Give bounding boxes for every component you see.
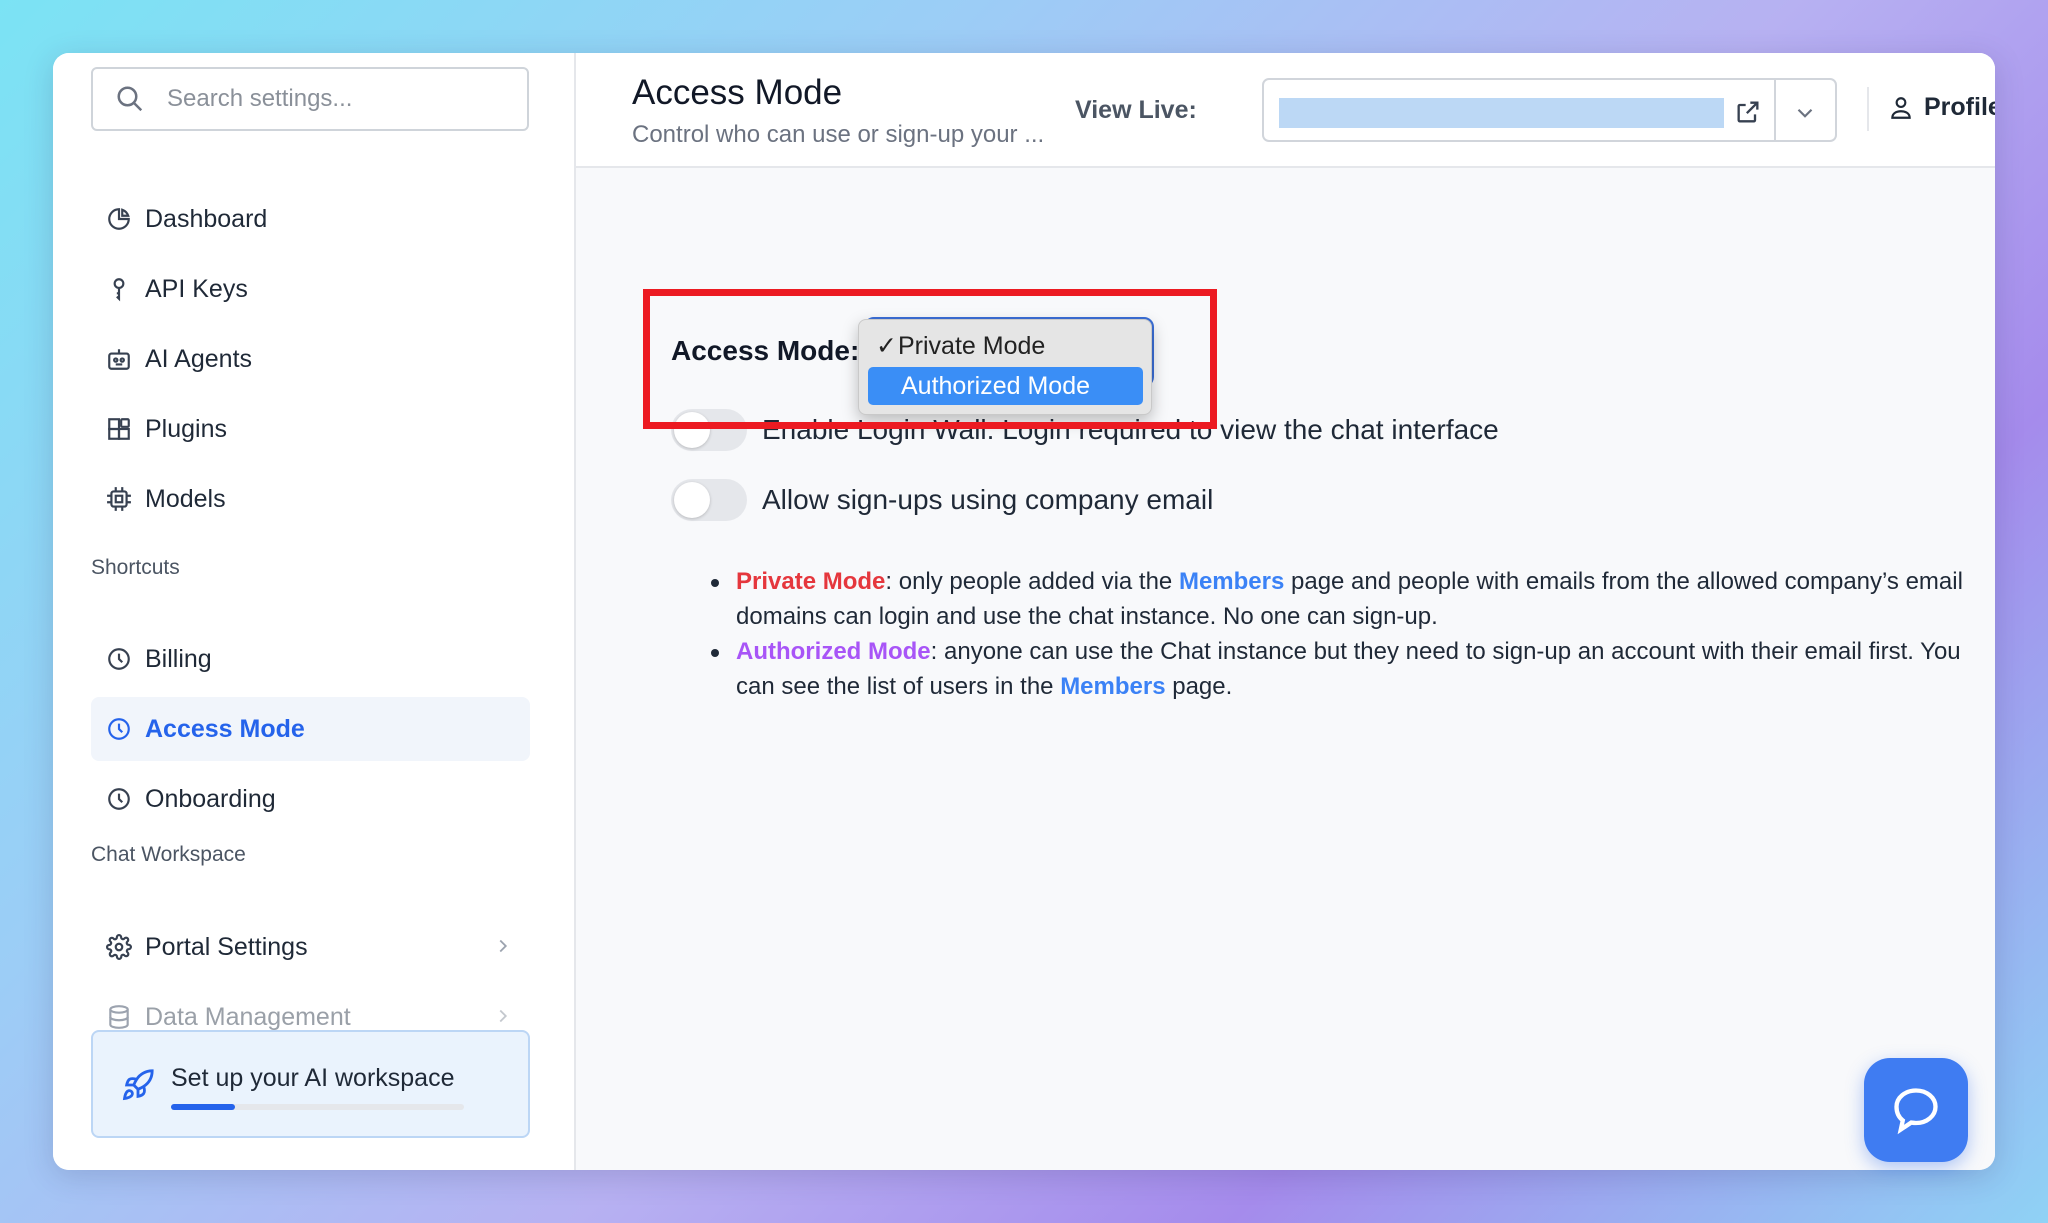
- sidebar-item-label: Portal Settings: [145, 932, 308, 961]
- support-chat-button[interactable]: [1864, 1058, 1968, 1162]
- sidebar-item-dashboard[interactable]: Dashboard: [91, 187, 530, 251]
- sidebar-item-access-mode[interactable]: Access Mode: [91, 697, 530, 761]
- database-icon: [105, 1003, 133, 1031]
- view-live-url-field[interactable]: [1279, 98, 1724, 128]
- sidebar-item-label: Onboarding: [145, 784, 276, 813]
- sidebar: Dashboard API Keys AI Agents Plugins Mod…: [53, 53, 576, 1170]
- section-label-chat-workspace: Chat Workspace: [91, 843, 246, 866]
- setup-progress-fill: [171, 1104, 236, 1110]
- sidebar-item-api-keys[interactable]: API Keys: [91, 257, 530, 321]
- cpu-icon: [105, 485, 133, 513]
- clock-icon: [105, 715, 133, 743]
- page-subtitle: Control who can use or sign-up your ...: [632, 121, 1045, 148]
- pie-chart-icon: [105, 205, 133, 233]
- key-icon: [105, 275, 133, 303]
- sidebar-item-plugins[interactable]: Plugins: [91, 397, 530, 461]
- sidebar-item-label: AI Agents: [145, 344, 253, 373]
- highlight-annotation-box: [643, 289, 1217, 429]
- note-text: : only people added via the: [885, 568, 1179, 595]
- access-mode-notes: Private Mode: only people added via the …: [711, 564, 1993, 704]
- authorized-mode-keyword: Authorized Mode: [736, 638, 931, 665]
- setup-progress-bar: [171, 1104, 464, 1110]
- sidebar-item-ai-agents[interactable]: AI Agents: [91, 327, 530, 391]
- search-box[interactable]: [91, 67, 529, 131]
- setup-card-title: Set up your AI workspace: [171, 1064, 455, 1092]
- note-text: page.: [1165, 673, 1233, 700]
- search-input[interactable]: [165, 84, 509, 114]
- note-authorized-mode: Authorized Mode: anyone can use the Chat…: [711, 634, 1993, 704]
- robot-icon: [105, 345, 133, 373]
- chat-bubble-icon: [1894, 1088, 1938, 1135]
- profile-label: Profile: [1924, 93, 1995, 121]
- page-header: Access Mode Control who can use or sign-…: [576, 53, 1995, 168]
- section-label-shortcuts: Shortcuts: [91, 556, 180, 579]
- page-title: Access Mode: [632, 73, 843, 112]
- view-live-selector[interactable]: [1262, 78, 1837, 142]
- plugin-icon: [105, 415, 133, 443]
- external-link-icon[interactable]: [1734, 98, 1762, 126]
- rocket-icon: [122, 1069, 154, 1101]
- sidebar-item-label: Dashboard: [145, 204, 268, 233]
- company-email-signup-toggle[interactable]: [671, 479, 747, 521]
- sidebar-item-label: Models: [145, 484, 226, 513]
- private-mode-keyword: Private Mode: [736, 568, 886, 595]
- search-icon: [117, 86, 143, 112]
- note-private-mode: Private Mode: only people added via the …: [711, 564, 1993, 634]
- sidebar-item-label: API Keys: [145, 274, 248, 303]
- divider: [1774, 80, 1776, 140]
- sidebar-item-models[interactable]: Models: [91, 467, 530, 531]
- chevron-right-icon: [499, 939, 508, 953]
- view-live-label: View Live:: [1075, 96, 1197, 124]
- clock-icon: [105, 785, 133, 813]
- divider: [1867, 87, 1869, 131]
- sidebar-item-label: Access Mode: [145, 714, 305, 743]
- company-email-signup-label: Allow sign-ups using company email: [762, 484, 1214, 515]
- user-icon: [1891, 96, 1911, 119]
- sidebar-item-onboarding[interactable]: Onboarding: [91, 767, 530, 831]
- sidebar-item-billing[interactable]: Billing: [91, 627, 530, 691]
- chevron-down-icon[interactable]: [1792, 100, 1818, 126]
- sidebar-item-label: Billing: [145, 644, 212, 673]
- toggle-knob: [674, 482, 710, 518]
- setup-workspace-card[interactable]: Set up your AI workspace: [91, 1030, 530, 1138]
- chevron-right-icon: [499, 1009, 508, 1023]
- main-panel: Access Mode Control who can use or sign-…: [576, 53, 1995, 1170]
- sidebar-item-label: Data Management: [145, 1002, 351, 1031]
- clock-icon: [105, 645, 133, 673]
- profile-button[interactable]: Profile: [1888, 93, 1995, 122]
- app-window: Dashboard API Keys AI Agents Plugins Mod…: [53, 53, 1995, 1170]
- sidebar-item-label: Plugins: [145, 414, 227, 443]
- sidebar-item-portal-settings[interactable]: Portal Settings: [91, 915, 530, 979]
- members-link[interactable]: Members: [1179, 568, 1284, 595]
- page-content: Access Mode: Enable Login Wall: Login re…: [576, 168, 1995, 1170]
- members-link[interactable]: Members: [1060, 673, 1165, 700]
- gear-icon: [105, 933, 133, 961]
